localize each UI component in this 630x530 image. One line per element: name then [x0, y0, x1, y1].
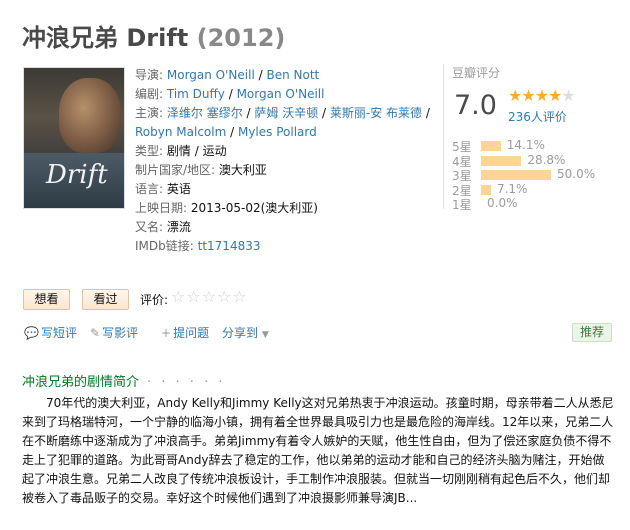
action-bar: 💬 写短评 ✎ 写影评 + 提问题 分享到 ▼	[22, 322, 630, 344]
summary-title: 冲浪兄弟的剧情简介 · · · · · ·	[22, 371, 225, 390]
slash: /	[190, 144, 203, 158]
slash: /	[318, 106, 330, 120]
director-link[interactable]: Morgan O'Neill	[167, 68, 255, 82]
stars-filled: ★★★★	[508, 86, 562, 105]
rating-bar-percent: 0.0%	[487, 196, 518, 210]
movie-poster[interactable]: Drift	[23, 67, 125, 209]
rate-label: 评价:	[140, 293, 169, 307]
genre-label: 类型:	[135, 144, 164, 158]
poster-logo: Drift	[46, 160, 108, 190]
rating-bar-row: 2星 7.1%	[452, 181, 622, 198]
stars-empty: ★	[561, 86, 575, 105]
summary-text: 70年代的澳大利亚，Andy Kelly和Jimmy Kelly这对兄弟热衷于冲…	[22, 396, 614, 505]
writer-link[interactable]: Tim Duffy	[167, 87, 225, 101]
info-writer: 编剧: Tim Duffy / Morgan O'Neill	[135, 85, 435, 104]
cast-link[interactable]: Robyn Malcolm	[135, 125, 226, 139]
slash: /	[224, 87, 237, 101]
rating-score: 7.0	[454, 90, 497, 121]
genre-value: 运动	[202, 144, 227, 158]
rating-bar-percent: 28.8%	[527, 152, 566, 167]
summary-dots: · · · · · ·	[147, 375, 226, 390]
comment-icon: 💬	[24, 326, 39, 340]
title-text: 冲浪兄弟 Drift	[22, 24, 189, 52]
plus-icon: +	[161, 326, 172, 340]
info-release: 上映日期: 2013-05-02(澳大利亚)	[135, 199, 435, 218]
language-label: 语言:	[135, 182, 164, 196]
info-country: 制片国家/地区: 澳大利亚	[135, 161, 435, 180]
recommend-button[interactable]: 推荐	[572, 323, 612, 342]
info-imdb: IMDb链接: tt1714833	[135, 237, 435, 256]
rating-bar-fill	[481, 170, 551, 180]
rating-bar-fill	[481, 155, 522, 166]
title-year: (2012)	[196, 24, 286, 52]
rating-stars-icon: ★★★★★	[508, 86, 576, 105]
review-link[interactable]: ✎ 写影评	[90, 324, 138, 341]
pencil-icon: ✎	[90, 326, 101, 340]
info-divider	[443, 64, 444, 209]
summary-title-text: 冲浪兄弟的剧情简介	[22, 375, 140, 390]
rating-bar-percent: 14.1%	[506, 138, 545, 152]
chevron-down-icon: ▼	[261, 330, 269, 340]
info-cast: 主演: 泽维尔 塞缪尔 / 萨姆 沃辛顿 / 莱斯丽-安 布莱德 / Robyn…	[135, 104, 435, 142]
aka-value: 漂流	[166, 220, 191, 234]
info-language: 语言: 英语	[135, 180, 435, 199]
rating-bar-row: 1星 0.0%	[452, 196, 622, 212]
rating-bar-label: 1星	[452, 198, 472, 212]
slash: /	[226, 125, 238, 139]
cast-link[interactable]: 泽维尔 塞缪尔	[167, 106, 243, 120]
share-label: 分享到	[222, 326, 259, 340]
aka-label: 又名:	[135, 220, 164, 234]
review-label: 写影评	[102, 326, 139, 340]
cast-label: 主演:	[135, 106, 164, 120]
cast-link[interactable]: Myles Pollard	[238, 125, 317, 139]
rating-bar-row: 5星 14.1%	[452, 138, 622, 154]
slash: /	[254, 68, 267, 82]
rating-distribution: 5星 14.1% 4星 28.8% 3星 50.0% 2星 7.1% 1星 0.0%	[452, 138, 622, 212]
rating-bar-fill	[481, 184, 491, 195]
rating-bar-row: 4星 28.8%	[452, 152, 622, 169]
rating-box: 豆瓣评分 7.0 ★★★★★ 236人评价	[452, 64, 622, 124]
rating-bar-percent: 7.1%	[496, 181, 528, 196]
question-label: 提问题	[173, 326, 210, 340]
slash: /	[242, 106, 255, 120]
rating-bar-row: 3星 50.0%	[452, 167, 622, 183]
imdb-label: IMDb链接:	[135, 239, 194, 253]
director-label: 导演:	[135, 68, 164, 82]
info-aka: 又名: 漂流	[135, 218, 435, 237]
cast-link[interactable]: 莱斯丽-安 布莱德	[330, 106, 422, 120]
rating-header: 豆瓣评分	[452, 66, 501, 80]
country-label: 制片国家/地区:	[135, 163, 216, 177]
country-value: 澳大利亚	[218, 163, 267, 177]
language-value: 英语	[166, 182, 191, 196]
genre-value: 剧情	[166, 144, 191, 158]
info-director: 导演: Morgan O'Neill / Ben Nott	[135, 66, 435, 85]
release-value: 2013-05-02(澳大利亚)	[190, 201, 318, 215]
cast-link[interactable]: 萨姆 沃辛顿	[254, 106, 318, 120]
writer-label: 编剧:	[135, 87, 164, 101]
rate-stars-input[interactable]: ☆☆☆☆☆	[171, 287, 248, 306]
rating-bar-percent: 50.0%	[557, 167, 596, 181]
want-to-watch-button[interactable]: 想看	[23, 289, 70, 310]
writer-link[interactable]: Morgan O'Neill	[237, 87, 325, 101]
imdb-link[interactable]: tt1714833	[198, 239, 261, 253]
short-review-link[interactable]: 💬 写短评	[24, 324, 77, 341]
slash: /	[422, 106, 430, 120]
short-review-label: 写短评	[40, 326, 77, 340]
question-link[interactable]: + 提问题	[161, 324, 209, 341]
rating-votes-link[interactable]: 236人评价	[508, 108, 567, 125]
rating-bar-fill	[481, 141, 501, 151]
watched-button[interactable]: 看过	[82, 289, 129, 310]
share-link[interactable]: 分享到 ▼	[222, 324, 269, 341]
director-link[interactable]: Ben Nott	[266, 68, 319, 82]
movie-title: 冲浪兄弟 Drift (2012)	[22, 18, 285, 53]
release-label: 上映日期:	[135, 201, 188, 215]
info-genre: 类型: 剧情 / 运动	[135, 142, 435, 161]
movie-info: 导演: Morgan O'Neill / Ben Nott 编剧: Tim Du…	[135, 66, 435, 256]
poster-face	[59, 78, 121, 153]
